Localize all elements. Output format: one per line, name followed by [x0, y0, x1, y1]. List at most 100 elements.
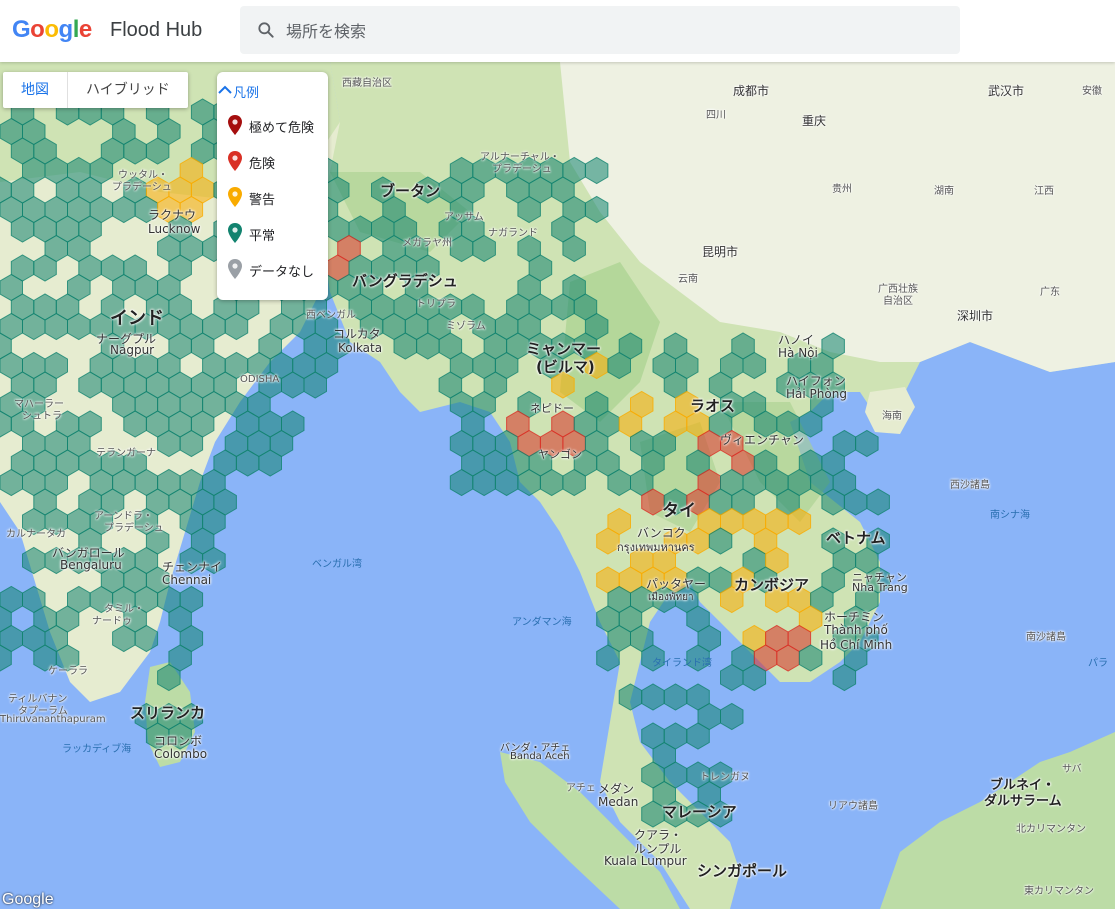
- label-yangon: ヤンゴン: [538, 448, 582, 461]
- label-uttar2: プラデーシュ: [112, 182, 172, 193]
- map-pin-icon: [228, 223, 242, 243]
- label-brunei-sub: ダルサラーム: [984, 794, 1062, 809]
- map-type-map-button[interactable]: 地図: [3, 72, 68, 108]
- label-arunachal2: プラデーシュ: [492, 164, 552, 175]
- label-south-china-sea: 南シナ海: [990, 510, 1030, 521]
- label-bangkok: กรุงเทพมหานคร: [617, 541, 695, 554]
- label-hanoi: Hà Nội: [778, 346, 818, 360]
- label-andhra2: プラデーシュ: [104, 523, 164, 534]
- legend-item-label: 危険: [249, 157, 276, 172]
- label-kerala: ケーララ: [48, 666, 88, 677]
- search-box[interactable]: [240, 6, 960, 56]
- logo-letter: o: [30, 16, 45, 43]
- label-bhutan: ブータン: [380, 182, 441, 200]
- legend-item-label: 極めて危険: [249, 121, 315, 136]
- label-hainan: 海南: [882, 411, 902, 422]
- label-india: インド: [110, 308, 164, 329]
- label-anhui: 安徽: [1082, 86, 1102, 97]
- label-odisha: ODISHA: [240, 374, 280, 385]
- legend-item: 危険: [217, 144, 328, 180]
- gauge-hexagon[interactable]: [720, 702, 744, 731]
- label-bandaaceh: Banda Aceh: [510, 751, 570, 762]
- label-nhatrang: Nha Trang: [852, 581, 908, 594]
- label-andaman-sea: アンダマン海: [512, 617, 572, 628]
- label-sabah: サバ: [1062, 764, 1082, 775]
- legend-item: データなし: [217, 252, 328, 288]
- label-lucknow: Lucknow: [148, 222, 201, 236]
- label-hcmc1: Thành phố: [824, 623, 888, 637]
- label-shenzhen: 深圳市: [957, 309, 994, 323]
- logo-letter: o: [44, 16, 59, 43]
- label-hunan: 湖南: [934, 186, 954, 197]
- gauge-hexagon[interactable]: [641, 683, 665, 711]
- label-singapore: シンガポール: [697, 862, 788, 880]
- label-spratly: 南沙諸島: [1026, 632, 1066, 643]
- label-chongqing: 重庆: [802, 114, 827, 128]
- label-assam: アッサム: [444, 212, 484, 223]
- legend-item-label: 平常: [249, 229, 276, 244]
- label-srilanka: スリランカ: [130, 704, 206, 722]
- label-pattaya: เมืองพัทยา: [648, 592, 694, 603]
- legend-item: 極めて危険: [217, 108, 328, 144]
- label-tamil2: ナードゥ: [92, 616, 132, 627]
- map-type-hybrid-button[interactable]: ハイブリッド: [68, 72, 188, 108]
- map-pin-icon: [228, 151, 242, 171]
- label-bengal: 西ベンガル: [306, 310, 356, 321]
- logo-letter: e: [78, 16, 92, 43]
- legend-header[interactable]: 凡例: [217, 72, 328, 108]
- label-nagaland: ナガランド: [488, 228, 538, 239]
- map-pin-icon: [228, 115, 242, 135]
- google-logo[interactable]: Google: [12, 16, 92, 44]
- label-bangladesh: バングラデシュ: [352, 272, 458, 290]
- label-wuhan: 武汉市: [988, 84, 1025, 98]
- search-input[interactable]: [284, 6, 948, 56]
- product-title: Flood Hub: [110, 19, 203, 41]
- label-mizoram: ミゾラム: [446, 321, 486, 332]
- map-type-control: 地図 ハイブリッド: [3, 72, 188, 108]
- label-lucknow-jp: ラクナウ: [148, 208, 197, 222]
- label-cambodia: カンボジア: [734, 576, 810, 594]
- label-chennai: Chennai: [162, 573, 212, 587]
- gauge-hexagon[interactable]: [855, 429, 879, 458]
- label-guangdong: 广东: [1040, 287, 1060, 298]
- search-icon: [258, 22, 274, 38]
- label-bay-of-bengal: ベンガル湾: [312, 559, 362, 570]
- label-aceh: アチェ: [566, 783, 596, 794]
- label-guizhou: 贵州: [832, 184, 852, 195]
- label-laos: ラオス: [690, 397, 736, 415]
- label-chengdu: 成都市: [733, 84, 770, 98]
- legend-panel: 凡例 極めて危険危険警告平常データなし: [217, 72, 328, 300]
- label-malaysia: マレーシア: [662, 803, 737, 821]
- logo-letter: G: [12, 16, 31, 43]
- label-colombo: Colombo: [154, 747, 208, 761]
- label-eastkal: 東カリマンタン: [1024, 886, 1094, 897]
- legend-title: 凡例: [233, 86, 260, 101]
- label-paracel-edge: パラ: [1088, 658, 1108, 669]
- label-guangxi2: 自治区: [883, 296, 913, 307]
- gauge-hexagon[interactable]: [866, 488, 890, 516]
- gauge-hexagon[interactable]: [663, 683, 688, 711]
- label-kl: Kuala Lumpur: [604, 854, 687, 868]
- map-canvas[interactable]: ブータン バングラデシュ インド ミャンマー (ビルマ) ラオス タイ カンボジ…: [0, 62, 1115, 909]
- label-tibet: 西藏自治区: [342, 78, 392, 89]
- chevron-up-icon[interactable]: [217, 82, 233, 98]
- legend-item: 警告: [217, 180, 328, 216]
- google-attribution-logo: Google: [2, 891, 54, 908]
- label-myanmar-sub: (ビルマ): [536, 358, 595, 376]
- label-kolkata: Kolkata: [338, 341, 383, 355]
- label-bengaluru: Bengaluru: [60, 558, 122, 572]
- top-bar: Google Flood Hub: [0, 0, 1115, 62]
- map-pin-icon: [228, 187, 242, 207]
- legend-item-label: 警告: [249, 193, 276, 208]
- label-natuna: リアウ諸島: [828, 801, 878, 812]
- legend-item-label: データなし: [249, 265, 315, 280]
- label-haiphong: Hải Phòng: [786, 387, 847, 401]
- label-hcmc2: Hồ Chí Minh: [820, 638, 893, 652]
- label-kalimantan: 北カリマンタン: [1016, 824, 1086, 835]
- label-kunming: 昆明市: [702, 245, 739, 259]
- logo-letter: g: [58, 16, 74, 43]
- label-sichuan: 四川: [706, 110, 726, 121]
- legend-item: 平常: [217, 216, 328, 252]
- label-naypyidaw: ネピドー: [530, 402, 574, 415]
- label-paracel: 西沙諸島: [950, 480, 990, 491]
